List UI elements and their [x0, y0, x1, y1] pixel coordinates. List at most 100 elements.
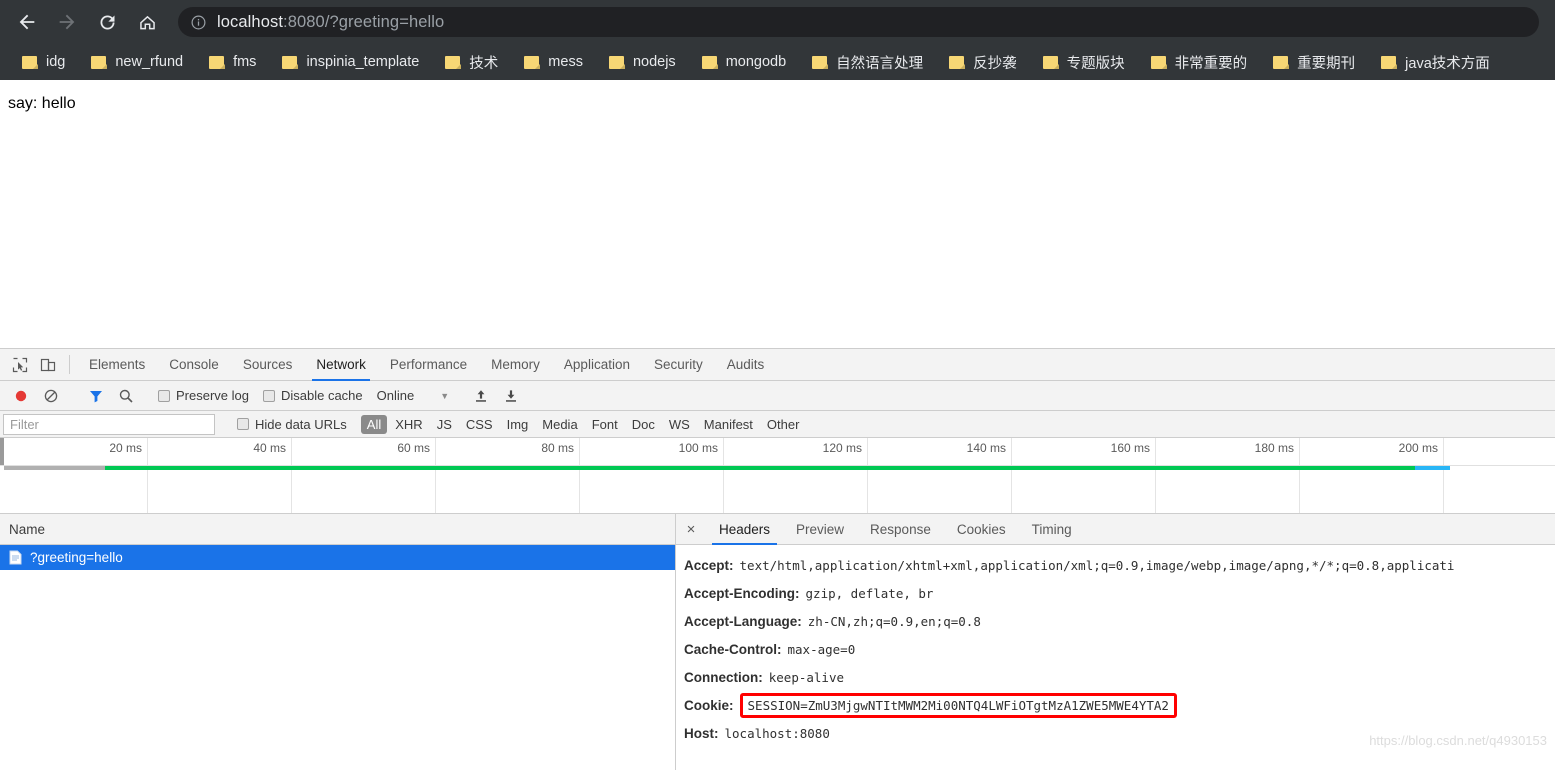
devtools-tab-memory[interactable]: Memory	[479, 349, 552, 380]
disable-cache-box[interactable]	[262, 389, 275, 402]
toggle-device-toolbar-icon[interactable]	[34, 349, 62, 380]
type-filter-font[interactable]: Font	[586, 415, 624, 434]
folder-icon	[812, 55, 829, 69]
network-filterbar: Hide data URLs AllXHRJSCSSImgMediaFontDo…	[0, 411, 1555, 438]
forward-button[interactable]	[50, 5, 84, 39]
bookmark-item[interactable]: 专题版块	[1035, 49, 1133, 75]
overview-gridline	[435, 438, 436, 513]
type-filter-img[interactable]: Img	[501, 415, 535, 434]
export-har-icon[interactable]	[498, 383, 524, 409]
overview-gridline	[147, 438, 148, 513]
type-filter-doc[interactable]: Doc	[626, 415, 661, 434]
clear-button[interactable]	[38, 383, 64, 409]
type-filter-ws[interactable]: WS	[663, 415, 696, 434]
devtools-tab-sources[interactable]: Sources	[231, 349, 305, 380]
bookmark-item[interactable]: inspinia_template	[274, 49, 427, 75]
hide-data-urls-label: Hide data URLs	[255, 416, 347, 432]
preserve-log-box[interactable]	[158, 389, 170, 402]
overview-gridline	[579, 438, 580, 513]
table-row[interactable]: ?greeting=hello	[0, 545, 675, 570]
bookmark-item[interactable]: mongodb	[694, 49, 794, 75]
header-value: zh-CN,zh;q=0.9,en;q=0.8	[807, 613, 981, 629]
type-filter-js[interactable]: JS	[431, 415, 458, 434]
overview-bar-idle	[4, 466, 105, 470]
network-overview-timeline[interactable]: 20 ms 40 ms 60 ms 80 ms 100 ms 120 ms 140 ms 16…	[0, 438, 1555, 514]
type-filter-media[interactable]: Media	[536, 415, 583, 434]
header-name: Connection:	[684, 669, 763, 685]
reload-button[interactable]	[90, 5, 124, 39]
devtools-tab-security[interactable]: Security	[642, 349, 715, 380]
type-filter-css[interactable]: CSS	[460, 415, 499, 434]
overview-bar-loading	[105, 466, 1415, 470]
detail-tab-headers[interactable]: Headers	[706, 514, 783, 545]
column-header-name: Name	[9, 521, 46, 537]
devtools-tab-application[interactable]: Application	[552, 349, 642, 380]
search-icon[interactable]	[113, 383, 139, 409]
folder-icon	[1150, 55, 1167, 69]
bookmark-item[interactable]: java技术方面	[1373, 49, 1498, 75]
bookmark-item[interactable]: 反抄袭	[941, 49, 1025, 75]
throttling-dropdown[interactable]: Online ▼	[377, 388, 450, 403]
header-row: Accept-Encoding: gzip, deflate, br	[684, 579, 1555, 607]
preserve-log-checkbox[interactable]: Preserve log	[158, 388, 249, 403]
type-filter-all[interactable]: All	[360, 414, 388, 434]
overview-tick-label: 140 ms	[966, 441, 1006, 455]
inspect-element-icon[interactable]	[6, 349, 34, 380]
filter-input[interactable]	[3, 413, 215, 435]
devtools-tab-elements[interactable]: Elements	[77, 349, 157, 380]
bookmark-item[interactable]: 非常重要的	[1143, 49, 1256, 75]
address-bar[interactable]: localhost:8080/?greeting=hello	[178, 7, 1539, 37]
bookmark-label: fms	[233, 54, 257, 70]
disable-cache-checkbox[interactable]: Disable cache	[262, 388, 363, 403]
header-name: Cache-Control:	[684, 641, 782, 657]
filter-icon[interactable]	[83, 383, 109, 409]
toolbar-separator	[69, 355, 70, 374]
header-name: Accept-Encoding:	[684, 585, 800, 601]
devtools-tab-audits[interactable]: Audits	[715, 349, 777, 380]
type-filter-other[interactable]: Other	[761, 415, 806, 434]
overview-tick-label: 200 ms	[1398, 441, 1438, 455]
record-button[interactable]	[8, 383, 34, 409]
import-har-icon[interactable]	[468, 383, 494, 409]
bookmark-item[interactable]: 重要期刊	[1265, 49, 1363, 75]
detail-tab-timing[interactable]: Timing	[1019, 514, 1085, 544]
devtools-tab-performance[interactable]: Performance	[378, 349, 479, 380]
details-tabbar: × Headers Preview Response Cookies Timing	[676, 514, 1555, 545]
hide-data-urls-checkbox[interactable]: Hide data URLs	[237, 417, 347, 432]
header-value: SESSION=ZmU3MjgwNTItMWM2Mi00NTQ4LWFiOTgt…	[739, 692, 1177, 718]
detail-tab-cookies[interactable]: Cookies	[944, 514, 1019, 544]
bookmark-label: mess	[548, 54, 583, 70]
type-filter-manifest[interactable]: Manifest	[698, 415, 759, 434]
overview-left-handle[interactable]	[0, 438, 4, 465]
type-filter-xhr[interactable]: XHR	[389, 415, 428, 434]
bookmark-label: nodejs	[632, 54, 676, 70]
devtools-tab-console[interactable]: Console	[157, 349, 231, 380]
bookmark-label: idg	[46, 54, 66, 70]
close-icon[interactable]: ×	[676, 514, 706, 544]
request-headers-list: Accept: text/html,application/xhtml+xml,a…	[676, 545, 1555, 770]
address-bar-url: localhost:8080/?greeting=hello	[217, 13, 444, 32]
bookmark-item[interactable]: idg	[14, 49, 73, 75]
chevron-down-icon: ▼	[440, 390, 450, 401]
home-button[interactable]	[130, 5, 164, 39]
hide-data-urls-box[interactable]	[237, 418, 249, 430]
bookmark-item[interactable]: 自然语言处理	[804, 49, 931, 75]
bookmark-item[interactable]: 技术	[437, 49, 506, 75]
bookmark-label: 重要期刊	[1297, 55, 1356, 72]
bookmark-label: 技术	[469, 55, 499, 72]
folder-icon	[1381, 55, 1398, 69]
header-name: Host:	[684, 725, 719, 741]
bookmark-item[interactable]: nodejs	[601, 49, 684, 75]
network-split-panes: Name ?greeting=hello × Headers Preview Res…	[0, 514, 1555, 770]
overview-tick-label: 120 ms	[822, 441, 862, 455]
bookmark-item[interactable]: fms	[201, 49, 264, 75]
requests-column-header[interactable]: Name	[0, 514, 675, 545]
info-circle-icon[interactable]	[190, 14, 207, 31]
bookmark-item[interactable]: new_rfund	[83, 49, 191, 75]
bookmark-item[interactable]: mess	[516, 49, 591, 75]
detail-tab-preview[interactable]: Preview	[783, 514, 857, 544]
header-value: max-age=0	[787, 641, 856, 657]
back-button[interactable]	[10, 5, 44, 39]
devtools-tab-network[interactable]: Network	[304, 349, 378, 381]
detail-tab-response[interactable]: Response	[857, 514, 944, 544]
